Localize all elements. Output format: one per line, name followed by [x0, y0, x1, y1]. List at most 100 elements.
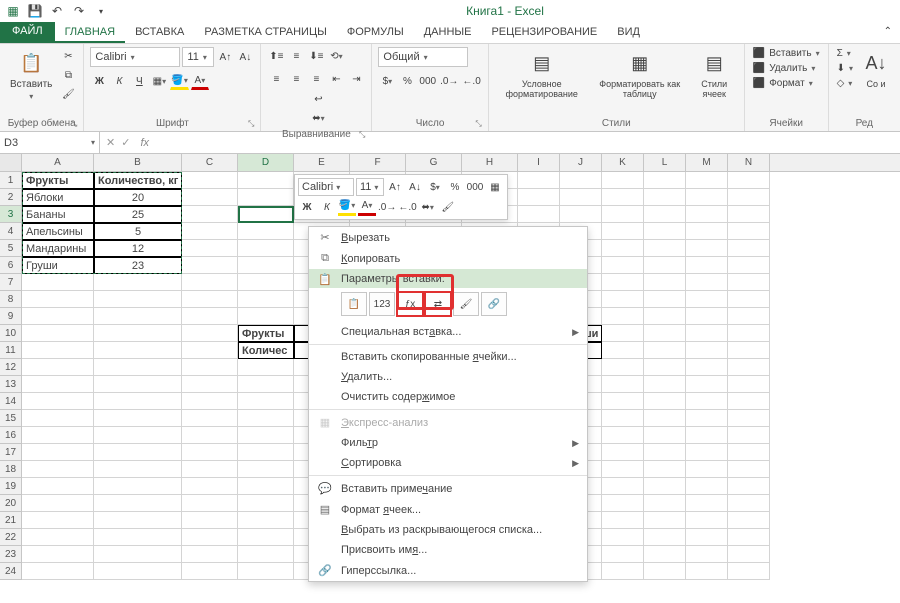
cell[interactable]: [728, 478, 770, 495]
mini-format-painter-icon[interactable]: 🖌: [439, 198, 457, 216]
cell[interactable]: [182, 308, 238, 325]
percent-icon[interactable]: %: [398, 72, 416, 90]
cell[interactable]: [644, 206, 686, 223]
cell[interactable]: Апельсины: [22, 223, 94, 240]
cell[interactable]: [238, 240, 294, 257]
cell[interactable]: [728, 189, 770, 206]
cell[interactable]: [238, 444, 294, 461]
cell[interactable]: [686, 291, 728, 308]
cell[interactable]: [238, 546, 294, 563]
cell[interactable]: [686, 240, 728, 257]
cell[interactable]: [686, 410, 728, 427]
cell[interactable]: [94, 546, 182, 563]
font-color-button[interactable]: A▾: [191, 72, 209, 90]
cell[interactable]: [94, 342, 182, 359]
mini-decrease-font-icon[interactable]: A↓: [406, 178, 424, 196]
cell[interactable]: Количество, кг: [94, 172, 182, 189]
cell[interactable]: [22, 563, 94, 580]
mini-font-name[interactable]: Calibri▾: [298, 178, 354, 196]
cell[interactable]: [94, 291, 182, 308]
cell[interactable]: [602, 257, 644, 274]
cell[interactable]: [94, 376, 182, 393]
cell[interactable]: [728, 410, 770, 427]
cell[interactable]: [94, 563, 182, 580]
cell[interactable]: [238, 274, 294, 291]
mini-border-icon[interactable]: ▦: [486, 178, 504, 196]
col-header[interactable]: F: [350, 154, 406, 171]
cell[interactable]: [602, 444, 644, 461]
indent-dec-icon[interactable]: ⇤: [327, 70, 345, 88]
col-header[interactable]: A: [22, 154, 94, 171]
select-all-corner[interactable]: [0, 154, 22, 171]
cell[interactable]: [602, 308, 644, 325]
underline-button[interactable]: Ч: [130, 72, 148, 90]
cell[interactable]: 23: [94, 257, 182, 274]
cell[interactable]: [238, 410, 294, 427]
cell[interactable]: [94, 393, 182, 410]
mini-increase-font-icon[interactable]: A↑: [386, 178, 404, 196]
cell[interactable]: [560, 172, 602, 189]
comma-icon[interactable]: 000: [418, 72, 437, 90]
ribbon-collapse-icon[interactable]: ⌃: [876, 22, 900, 43]
cell[interactable]: Бананы: [22, 206, 94, 223]
cell[interactable]: [238, 223, 294, 240]
col-header[interactable]: B: [94, 154, 182, 171]
cell[interactable]: [602, 529, 644, 546]
name-box[interactable]: D3▾: [0, 132, 100, 153]
cell[interactable]: [182, 444, 238, 461]
cell[interactable]: 5: [94, 223, 182, 240]
cell[interactable]: [728, 563, 770, 580]
cell[interactable]: [238, 427, 294, 444]
paste-option-default[interactable]: 📋: [341, 292, 367, 316]
cell[interactable]: [686, 325, 728, 342]
ctx-copy[interactable]: ⧉Копировать: [309, 248, 587, 269]
mini-percent-icon[interactable]: %: [446, 178, 464, 196]
qat-customize-icon[interactable]: ▾: [92, 2, 110, 20]
dec-decimal-icon[interactable]: ←.0: [461, 72, 481, 90]
paste-option-formulas[interactable]: ƒx: [397, 292, 423, 316]
cell[interactable]: [644, 291, 686, 308]
cell[interactable]: [518, 206, 560, 223]
cell[interactable]: [238, 359, 294, 376]
mini-currency-icon[interactable]: $▾: [426, 178, 444, 196]
cell[interactable]: [602, 172, 644, 189]
italic-button[interactable]: К: [110, 72, 128, 90]
cell[interactable]: [728, 427, 770, 444]
cell[interactable]: [686, 461, 728, 478]
cell[interactable]: [644, 563, 686, 580]
cell[interactable]: [238, 512, 294, 529]
cell[interactable]: [22, 342, 94, 359]
tab-review[interactable]: РЕЦЕНЗИРОВАНИЕ: [481, 22, 607, 43]
cell[interactable]: [602, 546, 644, 563]
row-header[interactable]: 3: [0, 206, 22, 223]
row-header[interactable]: 14: [0, 393, 22, 410]
cell[interactable]: [22, 359, 94, 376]
orientation-icon[interactable]: ⟲▾: [327, 47, 345, 65]
cell[interactable]: [602, 478, 644, 495]
cell[interactable]: [686, 189, 728, 206]
cell[interactable]: [602, 359, 644, 376]
col-header[interactable]: H: [462, 154, 518, 171]
col-header[interactable]: L: [644, 154, 686, 171]
cell[interactable]: [22, 308, 94, 325]
cell[interactable]: [602, 223, 644, 240]
row-header[interactable]: 19: [0, 478, 22, 495]
paste-button[interactable]: 📋 Вставить ▾: [6, 47, 56, 103]
cell[interactable]: [238, 529, 294, 546]
font-name-select[interactable]: Calibri▾: [90, 47, 180, 67]
cell[interactable]: [686, 274, 728, 291]
cell[interactable]: [238, 393, 294, 410]
cell[interactable]: [94, 274, 182, 291]
cell[interactable]: [686, 342, 728, 359]
sort-filter-button[interactable]: A↓Со и: [858, 47, 894, 91]
cell[interactable]: [238, 308, 294, 325]
tab-page-layout[interactable]: РАЗМЕТКА СТРАНИЦЫ: [194, 22, 336, 43]
cell[interactable]: [182, 563, 238, 580]
tab-view[interactable]: ВИД: [607, 22, 650, 43]
row-header[interactable]: 5: [0, 240, 22, 257]
cell[interactable]: [602, 563, 644, 580]
cell[interactable]: [182, 240, 238, 257]
ctx-insert-comment[interactable]: 💬Вставить примечание: [309, 478, 587, 499]
cell[interactable]: [602, 274, 644, 291]
cell[interactable]: [644, 410, 686, 427]
